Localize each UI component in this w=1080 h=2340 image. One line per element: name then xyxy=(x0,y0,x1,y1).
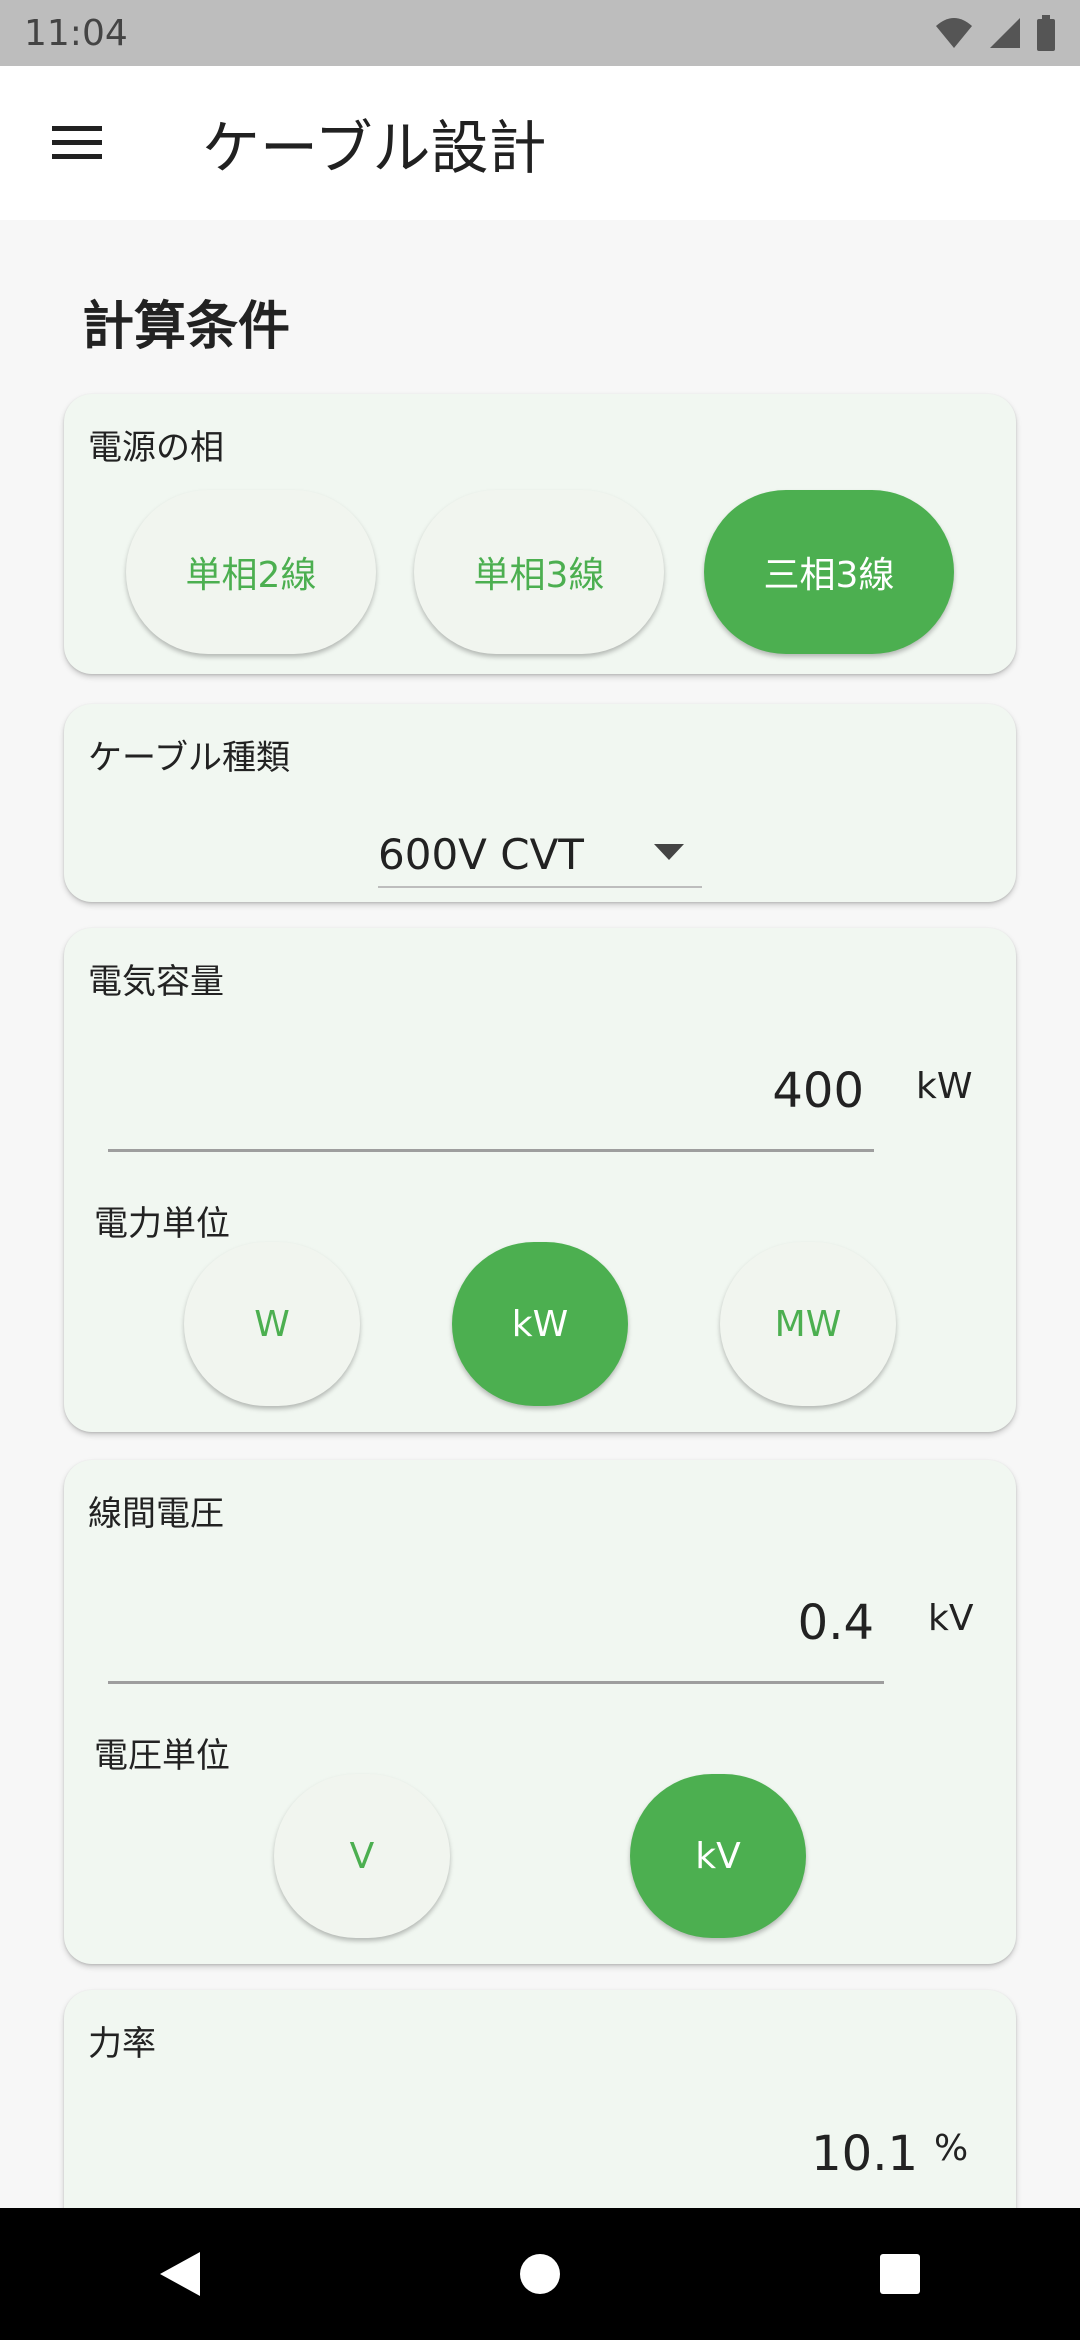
phase-option-single-3wire[interactable]: 単相3線 xyxy=(414,490,664,654)
home-icon[interactable] xyxy=(470,2208,610,2340)
phase-option-three-3wire[interactable]: 三相3線 xyxy=(704,490,954,654)
capacity-card: 電気容量 400 kW 電力単位 W kW MW xyxy=(64,928,1016,1432)
recents-icon[interactable] xyxy=(830,2208,970,2340)
voltage-unit: kV xyxy=(928,1598,974,1639)
hamburger-menu-icon[interactable] xyxy=(0,66,154,220)
cable-type-dropdown[interactable]: 600V CVT xyxy=(378,822,702,888)
voltage-input[interactable]: 0.4 xyxy=(108,1564,884,1684)
dropdown-arrow-icon xyxy=(654,844,684,864)
system-nav-bar xyxy=(0,2208,1080,2340)
power-factor-label: 力率 xyxy=(88,2024,156,2064)
capacity-unit: kW xyxy=(916,1066,973,1107)
content-scroll[interactable]: 計算条件 電源の相 単相2線 単相3線 三相3線 ケーブル種類 600V CVT… xyxy=(0,220,1080,2208)
voltage-label: 線間電圧 xyxy=(88,1494,224,1534)
voltage-unit-section-label: 電圧単位 xyxy=(94,1736,230,1776)
power-unit-option-mw[interactable]: MW xyxy=(720,1242,896,1406)
power-factor-input[interactable]: 10.1 xyxy=(108,2094,928,2208)
voltage-unit-option-v[interactable]: V xyxy=(274,1774,450,1938)
power-unit-option-kw[interactable]: kW xyxy=(452,1242,628,1406)
voltage-card: 線間電圧 0.4 kV 電圧単位 V kV xyxy=(64,1460,1016,1964)
section-title: 計算条件 xyxy=(82,297,291,357)
voltage-unit-option-kv[interactable]: kV xyxy=(630,1774,806,1938)
power-factor-card: 力率 10.1 % xyxy=(64,1990,1016,2208)
cable-type-label: ケーブル種類 xyxy=(88,738,290,778)
cable-type-card: ケーブル種類 600V CVT xyxy=(64,704,1016,902)
power-phase-card: 電源の相 単相2線 単相3線 三相3線 xyxy=(64,394,1016,674)
wifi-icon xyxy=(934,16,974,50)
power-phase-label: 電源の相 xyxy=(88,428,224,468)
phase-option-single-2wire[interactable]: 単相2線 xyxy=(126,490,376,654)
power-unit-section-label: 電力単位 xyxy=(94,1204,230,1244)
capacity-label: 電気容量 xyxy=(88,962,224,1002)
capacity-input[interactable]: 400 xyxy=(108,1032,874,1152)
status-bar: 11:04 xyxy=(0,0,1080,66)
power-factor-unit: % xyxy=(934,2128,969,2169)
back-icon[interactable] xyxy=(110,2208,250,2340)
cell-signal-icon xyxy=(988,16,1022,50)
cable-type-value: 600V CVT xyxy=(378,829,584,879)
app-title: ケーブル設計 xyxy=(202,114,547,182)
power-unit-option-w[interactable]: W xyxy=(184,1242,360,1406)
app-bar: ケーブル設計 xyxy=(0,66,1080,220)
status-icons xyxy=(934,15,1056,51)
battery-icon xyxy=(1036,15,1056,51)
status-time: 11:04 xyxy=(24,12,128,54)
